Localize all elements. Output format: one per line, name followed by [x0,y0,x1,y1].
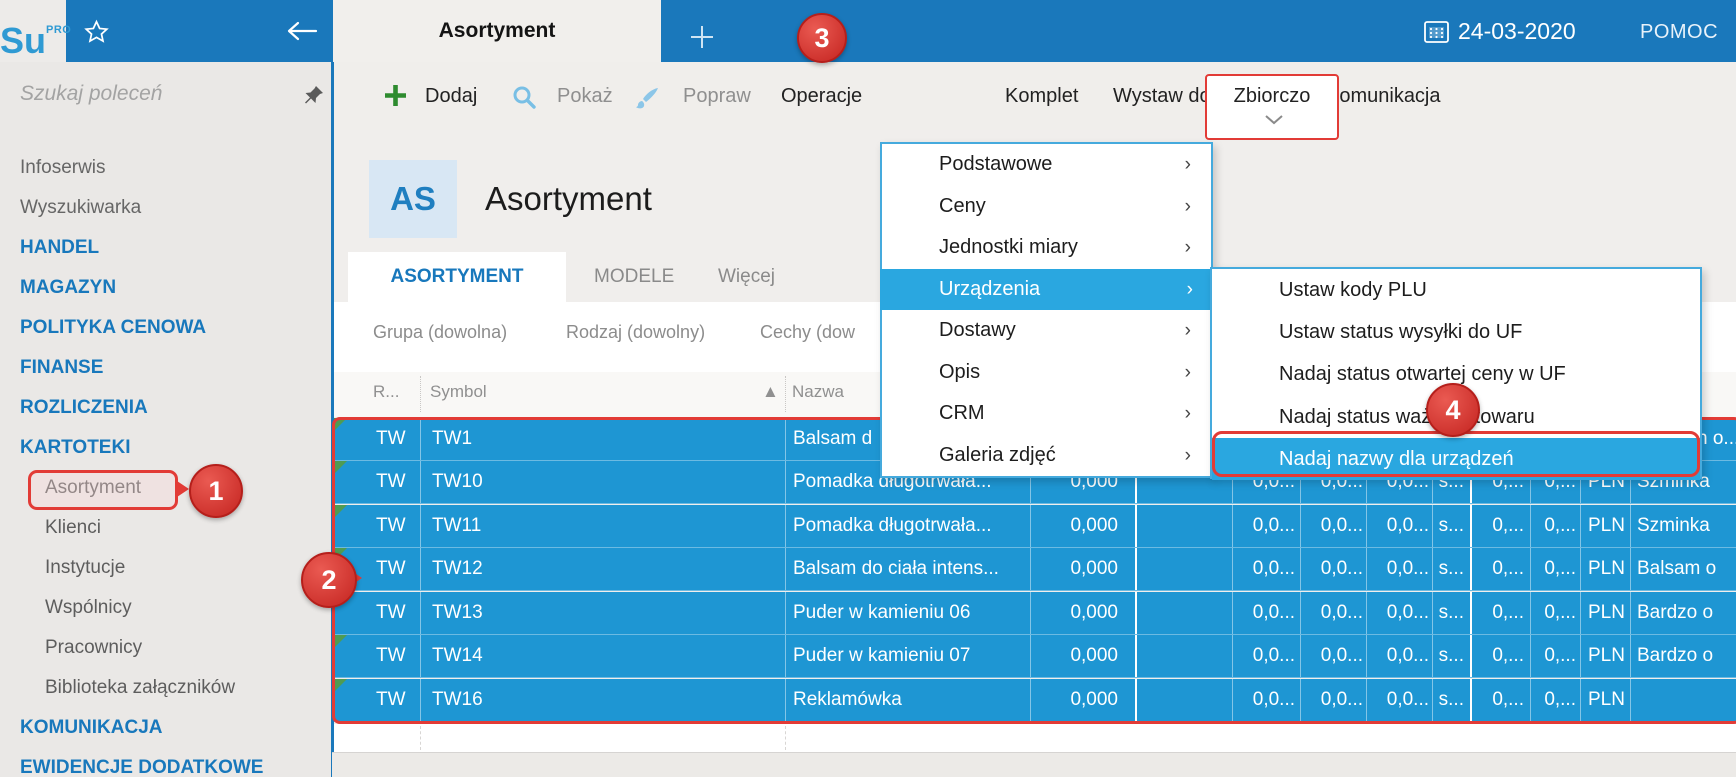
menu-item-opis[interactable]: Opis › [882,352,1211,394]
annotation-badge-1: 1 [189,464,243,518]
menu-item-dostawy[interactable]: Dostawy › [882,310,1211,352]
submenu-arrow-icon: › [1184,403,1191,424]
submenu-arrow-icon: › [1184,154,1191,175]
menu-item-jednostki-miary[interactable]: Jednostki miary › [882,227,1211,269]
sidebar-item-instytucje[interactable]: Instytucje [0,548,332,588]
tab-asortyment-list[interactable]: ASORTYMENT [348,252,566,302]
module-badge: AS [369,160,457,238]
col-header-r[interactable]: R... [373,382,399,402]
column-divider [420,726,421,750]
menu-item-crm[interactable]: CRM › [882,393,1211,435]
sidebar-item-pracownicy[interactable]: Pracownicy [0,628,332,668]
row-selected-marker [334,418,347,431]
search-icon [512,85,536,109]
submenu-item-nadaj-nazwy-urzadzen[interactable]: Nadaj nazwy dla urządzeń [1212,437,1700,480]
sidebar-item-wyszukiwarka[interactable]: Wyszukiwarka [0,188,332,228]
sidebar-section-finanse[interactable]: FINANSE [0,348,332,388]
header-column-divider[interactable] [420,376,421,412]
filter-grupa[interactable]: Grupa (dowolna) [373,322,507,343]
submenu-item-status-wysylki-uf[interactable]: Ustaw status wysyłki do UF [1212,311,1700,353]
communication-menu[interactable]: Komunikacja [1326,85,1441,108]
table-row-tw14[interactable]: TW TW14 Puder w kamieniu 07 0,000 0,0...… [334,635,1736,678]
sidebar-section-kartoteki[interactable]: KARTOTEKI [0,428,332,468]
menu-item-podstawowe[interactable]: Podstawowe › [882,144,1211,186]
row-selected-marker [334,679,347,692]
sidebar-section-polityka-cenowa[interactable]: POLITYKA CENOWA [0,308,332,348]
sidebar-nav: Infoserwis Wyszukiwarka HANDEL MAGAZYN P… [0,148,332,777]
submenu-arrow-icon: › [1184,195,1191,217]
empty-table-row [334,724,1736,752]
calendar-icon [1424,20,1449,43]
table-footer-strip [332,752,1736,777]
add-button[interactable]: Dodaj [425,85,477,108]
sidebar-item-asortyment[interactable]: Asortyment [0,468,332,508]
komplet-menu[interactable]: Komplet [1005,85,1078,108]
sort-ascending-icon[interactable]: ▲ [762,382,779,402]
table-row-tw12[interactable]: TW TW12 Balsam do ciała intens... 0,000 … [334,548,1736,591]
sidebar-item-infoserwis[interactable]: Infoserwis [0,148,332,188]
sidebar-item-wspolnicy[interactable]: Wspólnicy [0,588,332,628]
application-window: SuPRO Asortyment 24-03-2020 POMOC Szukaj… [0,0,1736,777]
toolbar: Dodaj Pokaż Popraw Operacje Zbiorczo Kom… [334,62,1736,140]
tab-wiecej[interactable]: Więcej [718,266,775,288]
table-row-tw11[interactable]: TW TW11 Pomadka długotrwała... 0,000 0,0… [334,505,1736,548]
tab-modele[interactable]: MODELE [594,266,674,288]
new-tab-plus-icon[interactable] [688,23,716,51]
filter-rodzaj[interactable]: Rodzaj (dowolny) [566,322,705,343]
add-plus-icon [384,84,407,107]
annotation-badge-2: 2 [301,552,357,608]
submenu-item-ustaw-kody-plu[interactable]: Ustaw kody PLU [1212,269,1700,311]
chevron-down-icon [1264,114,1284,126]
annotation-badge-4: 4 [1426,383,1480,437]
bulk-menu-zbiorczo[interactable]: Zbiorczo [1205,74,1339,140]
annotation-badge-3: 3 [797,13,847,63]
edit-button[interactable]: Popraw [683,85,751,108]
operations-menu[interactable]: Operacje [781,85,862,108]
header-column-divider[interactable] [785,376,786,412]
menu-item-galeria-zdjec[interactable]: Galeria zdjęć › [882,435,1211,477]
row-selected-marker [334,461,347,474]
menu-item-ceny[interactable]: Ceny › [882,186,1211,228]
tab-asortyment[interactable]: Asortyment [333,0,661,62]
sidebar-section-magazyn[interactable]: MAGAZYN [0,268,332,308]
session-date[interactable]: 24-03-2020 [1424,18,1576,45]
sidebar-item-biblioteka[interactable]: Biblioteka załączników [0,668,332,708]
top-bar: SuPRO Asortyment 24-03-2020 POMOC [0,0,1736,62]
back-arrow-icon[interactable] [286,20,318,42]
filter-cechy[interactable]: Cechy (dow [760,322,855,343]
sidebar-section-komunikacja[interactable]: KOMUNIKACJA [0,708,332,748]
sidebar-section-ewidencje[interactable]: EWIDENCJE DODATKOWE [0,748,332,777]
favorites-star-icon[interactable] [83,19,110,45]
submenu-arrow-icon: › [1184,237,1191,258]
table-row-tw16[interactable]: TW TW16 Reklamówka 0,000 0,0... 0,0... 0… [334,679,1736,722]
submenu-arrow-icon: › [1184,361,1191,383]
help-menu[interactable]: POMOC [1640,21,1718,44]
submenu-arrow-icon: › [1186,278,1193,300]
search-placeholder: Szukaj poleceń [20,82,163,105]
sidebar: Szukaj poleceń Infoserwis Wyszukiwarka H… [0,62,332,777]
row-selected-marker [334,505,347,518]
pin-icon[interactable] [303,84,325,106]
brush-icon [634,86,660,110]
col-header-nazwa[interactable]: Nazwa [792,382,844,402]
show-button[interactable]: Pokaż [557,85,613,108]
command-search[interactable]: Szukaj poleceń [0,62,332,128]
table-row-tw13[interactable]: TW TW13 Puder w kamieniu 06 0,000 0,0...… [334,592,1736,635]
sidebar-section-handel[interactable]: HANDEL [0,228,332,268]
app-logo[interactable]: SuPRO [0,0,71,62]
bulk-menu-label: Zbiorczo [1233,85,1311,107]
menu-item-urzadzenia[interactable]: Urządzenia › [880,268,1213,310]
submenu-arrow-icon: › [1184,444,1191,466]
page-title: Asortyment [485,180,652,217]
annotation-pointer [177,481,189,497]
sidebar-section-rozliczenia[interactable]: ROZLICZENIA [0,388,332,428]
row-selected-marker [334,635,347,648]
column-divider [785,726,786,750]
date-text: 24-03-2020 [1458,18,1576,44]
sidebar-item-klienci[interactable]: Klienci [0,508,332,548]
submenu-arrow-icon: › [1184,320,1191,341]
zbiorczo-dropdown-menu: Podstawowe › Ceny › Jednostki miary › Urząd… [880,142,1213,478]
col-header-symbol[interactable]: Symbol [430,382,487,402]
urzadzenia-submenu: Ustaw kody PLU Ustaw status wysyłki do U… [1210,267,1702,480]
